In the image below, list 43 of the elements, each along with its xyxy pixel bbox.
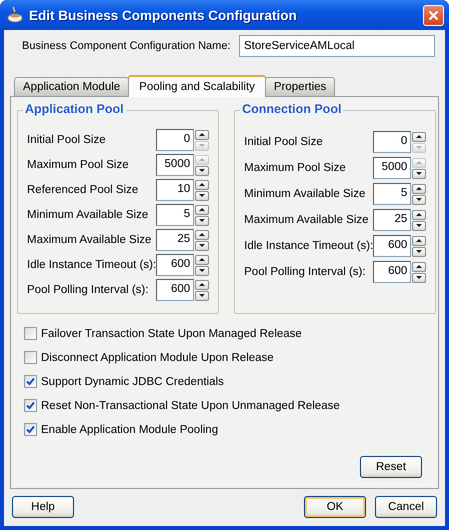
field-label: Minimum Available Size <box>244 188 366 200</box>
field-label: Initial Pool Size <box>27 134 106 146</box>
spinner-field[interactable]: 600 <box>156 279 194 301</box>
tab[interactable]: Application Module <box>14 77 130 96</box>
field-label: Maximum Pool Size <box>27 159 129 171</box>
config-name-field[interactable]: StoreServiceAMLocal <box>239 35 435 57</box>
tab[interactable]: Pooling and Scalability <box>128 75 266 97</box>
field-label: Pool Polling Interval (s): <box>244 266 366 278</box>
group-title: Connection Pool <box>240 102 344 116</box>
ok-button[interactable]: OK <box>304 496 366 518</box>
spinner-field[interactable]: 5000 <box>373 157 412 179</box>
window-title: Edit Business Components Configuration <box>29 8 298 22</box>
field-label: Referenced Pool Size <box>27 184 138 196</box>
spinner-field[interactable]: 600 <box>373 235 412 257</box>
field-label: Maximum Available Size <box>27 234 152 246</box>
field-label: Idle Instance Timeout (s): <box>244 240 374 252</box>
spinner-field[interactable]: 600 <box>156 254 194 276</box>
spinner-field[interactable]: 25 <box>156 229 194 251</box>
checkbox-label: Disconnect Application Module Upon Release <box>41 352 274 364</box>
field-label: Maximum Available Size <box>244 214 369 226</box>
field-label: Idle Instance Timeout (s): <box>27 259 156 271</box>
field-label: Pool Polling Interval (s): <box>27 284 148 296</box>
spinner-field[interactable]: 5000 <box>156 154 194 176</box>
field-label: Maximum Pool Size <box>244 162 346 174</box>
cancel-button[interactable]: Cancel <box>375 496 437 518</box>
spinner-field[interactable]: 5 <box>156 204 194 226</box>
checkbox-label: Reset Non-Transactional State Upon Unmanaged Release <box>41 400 340 412</box>
group-title: Application Pool <box>23 102 126 116</box>
checkbox-label: Support Dynamic JDBC Credentials <box>41 376 224 388</box>
help-button[interactable]: Help <box>12 496 74 518</box>
checkbox-label: Failover Transaction State Upon Managed Release <box>41 328 302 340</box>
field-label: Minimum Available Size <box>27 209 148 221</box>
spinner-field[interactable]: 5 <box>373 183 412 205</box>
checkbox-label: Enable Application Module Pooling <box>41 424 218 436</box>
config-name-label: Business Component Configuration Name: <box>22 40 231 52</box>
spinner-field[interactable]: 600 <box>373 261 412 283</box>
reset-button[interactable]: Reset <box>360 456 422 478</box>
spinner-field[interactable]: 10 <box>156 179 194 201</box>
spinner-field[interactable]: 0 <box>373 131 412 153</box>
spinner-field[interactable]: 25 <box>373 209 412 231</box>
tab[interactable]: Properties <box>264 77 336 96</box>
spinner-field[interactable]: 0 <box>156 129 194 151</box>
field-label: Initial Pool Size <box>244 136 323 148</box>
